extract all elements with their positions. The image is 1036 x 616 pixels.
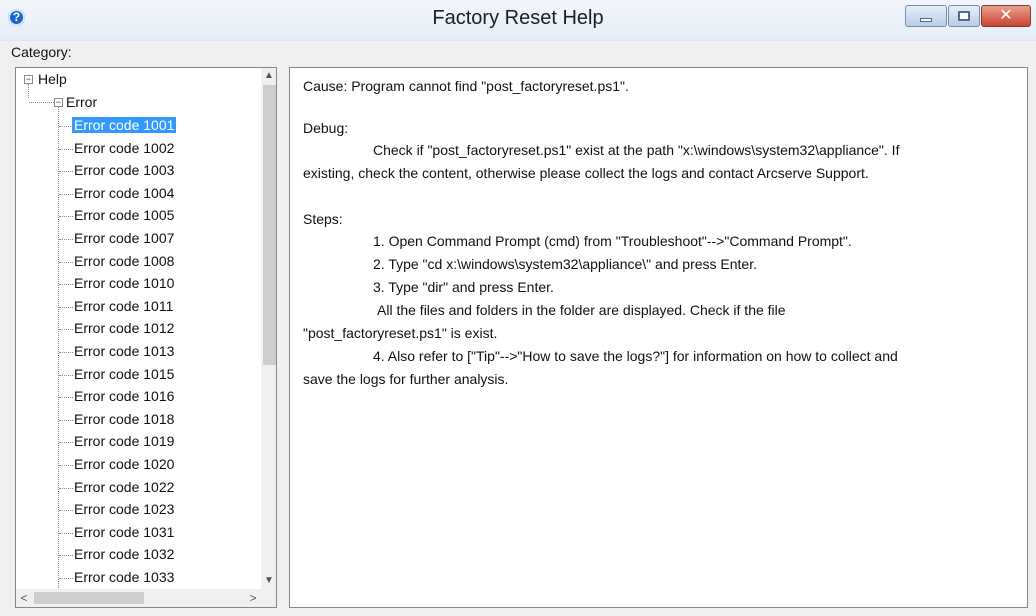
category-label: Category: xyxy=(11,44,72,60)
tree-item-error-code[interactable]: Error code 1016 xyxy=(74,388,174,404)
collapse-help-icon[interactable]: − xyxy=(24,75,33,84)
tree-item-error-code[interactable]: Error code 1022 xyxy=(74,479,174,495)
tree-item-error-code[interactable]: Error code 1015 xyxy=(74,366,174,382)
debug-text: Check if "post_factoryreset.ps1" exist a… xyxy=(373,142,900,158)
tree-item-error-code[interactable]: Error code 1019 xyxy=(74,433,174,449)
minimize-icon xyxy=(920,18,932,22)
tree-node-error[interactable]: Error xyxy=(66,94,97,110)
tree-guide-line xyxy=(59,578,73,579)
tree-item-error-code[interactable]: Error code 1011 xyxy=(74,298,173,314)
steps-heading: Steps: xyxy=(303,211,343,227)
collapse-error-icon[interactable]: − xyxy=(54,98,63,107)
tree-item-error-code[interactable]: Error code 1033 xyxy=(74,569,174,585)
tree-item-error-code[interactable]: Error code 1008 xyxy=(74,253,174,269)
tree-guide-line xyxy=(59,487,73,489)
tree-item-error-code[interactable]: Error code 1031 xyxy=(74,524,174,540)
tree-item-error-code[interactable]: Error code 1018 xyxy=(74,411,174,427)
tree-guide-line xyxy=(59,465,73,466)
maximize-icon xyxy=(958,11,970,21)
tree-guide-line xyxy=(59,352,73,353)
tree-item-error-code[interactable]: Error code 1005 xyxy=(74,207,174,223)
tree-item-error-code[interactable]: Error code 1013 xyxy=(74,343,174,359)
tree-item-error-code[interactable]: Error code 1023 xyxy=(74,501,174,517)
close-button[interactable]: ✕ xyxy=(981,5,1031,27)
close-icon: ✕ xyxy=(999,7,1013,24)
step-1: 1. Open Command Prompt (cmd) from "Troub… xyxy=(373,233,852,249)
window-title: Factory Reset Help xyxy=(432,7,604,29)
tree-guide-line xyxy=(59,148,73,150)
step-3-note: "post_factoryreset.ps1" is exist. xyxy=(303,325,498,341)
tree-guide-line xyxy=(59,216,73,218)
step-2: 2. Type "cd x:\windows\system32\applianc… xyxy=(373,256,757,272)
step-3: 3. Type "dir" and press Enter. xyxy=(373,279,554,295)
tree-item-error-code[interactable]: Error code 1032 xyxy=(74,546,174,562)
tree-horizontal-scrollbar[interactable]: < > xyxy=(16,589,261,607)
tree-guide-line xyxy=(59,374,73,376)
tree-guide-line xyxy=(59,329,73,331)
tree-item-error-code[interactable]: Error code 1004 xyxy=(74,185,174,201)
tree-item-error-code[interactable]: Error code 1003 xyxy=(74,162,174,178)
tree-guide-line xyxy=(28,84,29,98)
scroll-corner xyxy=(261,589,276,607)
tree-guide-line xyxy=(59,397,73,399)
debug-heading: Debug: xyxy=(303,120,349,136)
maximize-button[interactable] xyxy=(948,5,980,27)
category-tree[interactable]: − Help − Error Error code 1001 Error code… xyxy=(15,67,277,608)
factory-reset-help-window: ? Factory Reset Help ✕ Category: − Help … xyxy=(0,0,1036,616)
debug-text: existing, check the content, otherwise p… xyxy=(303,165,869,181)
tree-node-help[interactable]: Help xyxy=(38,71,67,87)
tree-guide-line xyxy=(59,532,73,534)
scroll-right-icon[interactable]: > xyxy=(245,589,261,607)
tree-guide-line xyxy=(59,284,73,286)
tree-guide-line xyxy=(59,419,73,421)
tree-guide-line xyxy=(58,106,59,602)
tree-guide-line xyxy=(59,171,73,173)
help-content-panel[interactable]: Cause: Program cannot find "post_factory… xyxy=(289,67,1028,608)
step-3-note: All the files and folders in the folder … xyxy=(377,302,786,318)
scroll-down-icon[interactable]: ▼ xyxy=(261,573,276,589)
tree-vertical-scrollbar[interactable]: ▲ ▼ xyxy=(261,68,276,589)
tree-item-error-code[interactable]: Error code 1007 xyxy=(74,230,174,246)
tree-guide-line xyxy=(59,510,73,512)
minimize-button[interactable] xyxy=(905,5,947,27)
tree-item-error-code[interactable]: Error code 1002 xyxy=(74,140,174,156)
step-4: 4. Also refer to ["Tip"-->"How to save t… xyxy=(373,348,898,364)
cause-text: Cause: Program cannot find "post_factory… xyxy=(303,78,629,94)
tree-guide-line xyxy=(59,555,73,557)
scroll-thumb[interactable] xyxy=(263,85,276,365)
tree-item-error-code[interactable]: Error code 1012 xyxy=(74,320,174,336)
tree-guide-line xyxy=(59,306,73,308)
scroll-thumb[interactable] xyxy=(34,592,144,604)
tree-guide-line xyxy=(59,193,73,195)
tree-guide-line xyxy=(59,126,73,127)
tree-guide-line xyxy=(59,261,73,263)
tree-guide-line xyxy=(59,442,73,444)
title-bar[interactable]: ? Factory Reset Help ✕ xyxy=(0,0,1036,41)
tree-item-error-code[interactable]: Error code 1020 xyxy=(74,456,174,472)
tree-item-error-code[interactable]: Error code 1010 xyxy=(74,275,174,291)
tree-item-error-code[interactable]: Error code 1001 xyxy=(72,117,177,133)
tree-guide-line xyxy=(59,239,73,240)
tree-guide-line xyxy=(29,102,54,103)
step-4: save the logs for further analysis. xyxy=(303,371,509,387)
scroll-up-icon[interactable]: ▲ xyxy=(261,68,276,84)
scroll-left-icon[interactable]: < xyxy=(16,589,32,607)
